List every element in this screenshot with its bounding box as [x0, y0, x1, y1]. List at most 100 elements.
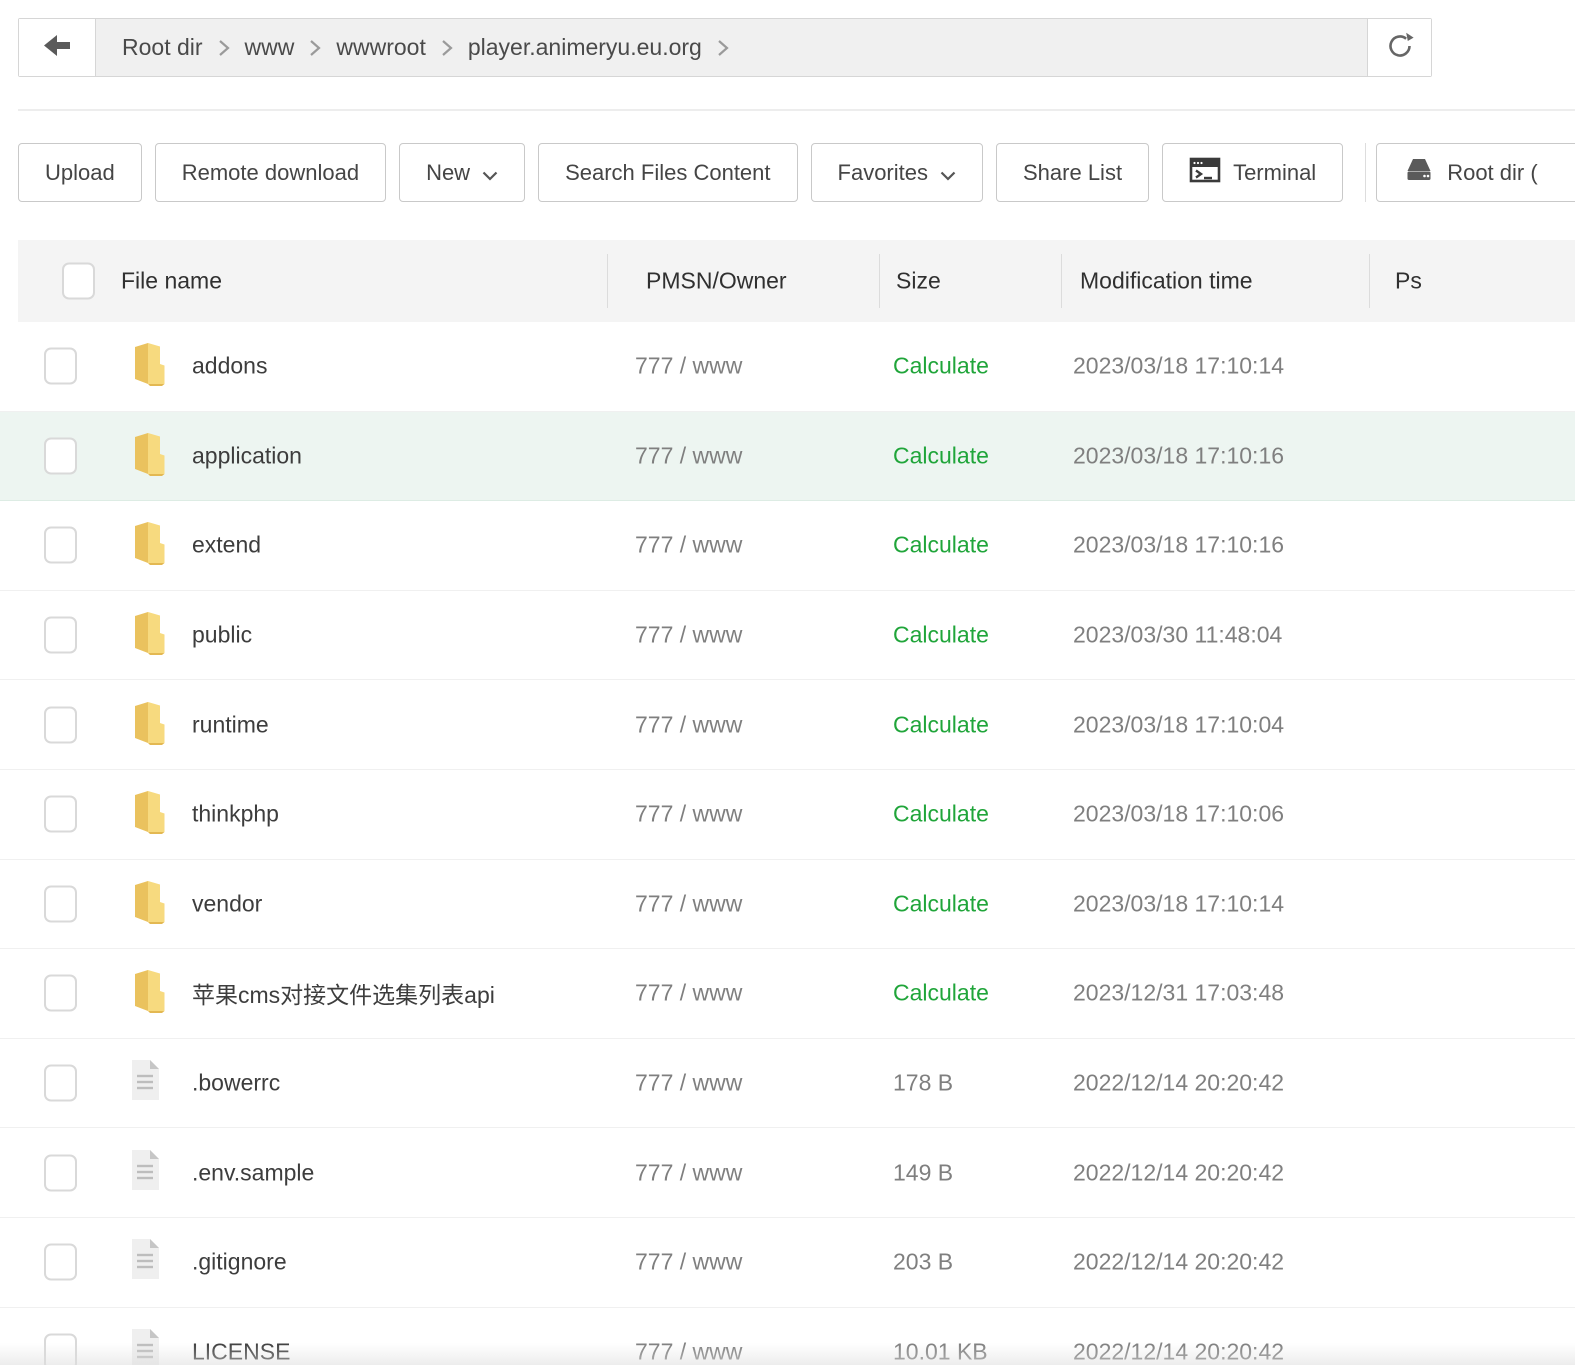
table-row[interactable]: 苹果cms对接文件选集列表api 777 / www Calculate 202…: [0, 949, 1575, 1039]
folder-icon: [125, 877, 169, 931]
file-name[interactable]: .bowerrc: [192, 1070, 280, 1097]
select-all-checkbox[interactable]: [62, 263, 95, 300]
disk-drive-icon: [1403, 156, 1435, 190]
calculate-size-link[interactable]: Calculate: [893, 980, 989, 1007]
row-checkbox[interactable]: [44, 885, 77, 922]
file-owner: 777 / www: [635, 442, 742, 469]
file-size: 149 B: [893, 1159, 953, 1186]
file-name[interactable]: addons: [192, 353, 267, 380]
folder-icon: [125, 339, 169, 393]
file-owner: 777 / www: [635, 1159, 742, 1186]
row-checkbox[interactable]: [44, 1244, 77, 1281]
file-icon: [125, 1147, 165, 1199]
upload-button[interactable]: Upload: [18, 143, 142, 202]
share-list-button[interactable]: Share List: [996, 143, 1149, 202]
chevron-down-icon: [482, 161, 498, 187]
calculate-size-link[interactable]: Calculate: [893, 532, 989, 559]
file-name[interactable]: public: [192, 622, 252, 649]
table-row[interactable]: .bowerrc 777 / www 178 B 2022/12/14 20:2…: [0, 1039, 1575, 1129]
calculate-size-link[interactable]: Calculate: [893, 890, 989, 917]
breadcrumb-item[interactable]: www: [245, 34, 295, 61]
calculate-size-link[interactable]: Calculate: [893, 801, 989, 828]
file-mtime: 2023/03/18 17:10:16: [1073, 442, 1284, 469]
row-checkbox[interactable]: [44, 706, 77, 743]
new-button-label: New: [426, 160, 470, 186]
terminal-icon: [1189, 156, 1221, 190]
back-arrow-icon: [41, 33, 73, 62]
chevron-right-icon: [218, 39, 230, 57]
table-row[interactable]: addons 777 / www Calculate 2023/03/18 17…: [0, 322, 1575, 412]
chevron-right-icon: [309, 39, 321, 57]
column-divider: [879, 254, 880, 308]
table-row[interactable]: extend 777 / www Calculate 2023/03/18 17…: [0, 501, 1575, 591]
table-row[interactable]: application 777 / www Calculate 2023/03/…: [0, 412, 1575, 502]
table-row[interactable]: public 777 / www Calculate 2023/03/30 11…: [0, 591, 1575, 681]
calculate-size-link[interactable]: Calculate: [893, 711, 989, 738]
file-mtime: 2023/03/18 17:10:04: [1073, 711, 1284, 738]
file-mtime: 2023/12/31 17:03:48: [1073, 980, 1284, 1007]
folder-icon: [125, 698, 169, 752]
toolbar-divider: [1365, 143, 1366, 202]
file-name[interactable]: thinkphp: [192, 801, 279, 828]
file-owner: 777 / www: [635, 532, 742, 559]
file-mtime: 2022/12/14 20:20:42: [1073, 1249, 1284, 1276]
back-button[interactable]: [19, 19, 96, 76]
upload-button-label: Upload: [45, 160, 115, 186]
breadcrumb-item[interactable]: wwwroot: [336, 34, 425, 61]
calculate-size-link[interactable]: Calculate: [893, 622, 989, 649]
column-header-file-name: File name: [121, 268, 222, 295]
path-bar: Root dir www wwwroot player.animeryu.eu.…: [18, 18, 1432, 77]
new-button[interactable]: New: [399, 143, 525, 202]
row-checkbox[interactable]: [44, 617, 77, 654]
search-files-content-button[interactable]: Search Files Content: [538, 143, 797, 202]
root-dir-button[interactable]: Root dir (: [1376, 143, 1575, 202]
terminal-button[interactable]: Terminal: [1162, 143, 1343, 202]
row-checkbox[interactable]: [44, 796, 77, 833]
remote-download-button-label: Remote download: [182, 160, 359, 186]
table-row[interactable]: thinkphp 777 / www Calculate 2023/03/18 …: [0, 770, 1575, 860]
file-owner: 777 / www: [635, 1338, 742, 1365]
table-row[interactable]: .env.sample 777 / www 149 B 2022/12/14 2…: [0, 1128, 1575, 1218]
file-name[interactable]: extend: [192, 532, 261, 559]
row-checkbox[interactable]: [44, 1333, 77, 1365]
favorites-button[interactable]: Favorites: [811, 143, 983, 202]
row-checkbox[interactable]: [44, 527, 77, 564]
row-checkbox[interactable]: [44, 1154, 77, 1191]
toolbar: Upload Remote download New Search Files …: [18, 143, 1575, 202]
file-name[interactable]: 苹果cms对接文件选集列表api: [192, 976, 495, 1010]
file-name[interactable]: vendor: [192, 890, 262, 917]
column-divider: [1061, 254, 1062, 308]
row-checkbox[interactable]: [44, 348, 77, 385]
refresh-button[interactable]: [1367, 19, 1431, 76]
calculate-size-link[interactable]: Calculate: [893, 442, 989, 469]
file-name[interactable]: .gitignore: [192, 1249, 287, 1276]
column-header-size: Size: [896, 268, 941, 295]
column-header-ps: Ps: [1395, 268, 1422, 295]
table-row[interactable]: .gitignore 777 / www 203 B 2022/12/14 20…: [0, 1218, 1575, 1308]
file-mtime: 2022/12/14 20:20:42: [1073, 1159, 1284, 1186]
calculate-size-link[interactable]: Calculate: [893, 353, 989, 380]
column-divider: [607, 254, 608, 308]
breadcrumb-item[interactable]: Root dir: [122, 34, 203, 61]
file-name[interactable]: .env.sample: [192, 1159, 314, 1186]
file-name[interactable]: application: [192, 442, 302, 469]
row-checkbox[interactable]: [44, 1065, 77, 1102]
table-row[interactable]: LICENSE 777 / www 10.01 KB 2022/12/14 20…: [0, 1308, 1575, 1365]
file-owner: 777 / www: [635, 1070, 742, 1097]
file-name[interactable]: runtime: [192, 711, 269, 738]
column-header-pmsn-owner: PMSN/Owner: [646, 268, 787, 295]
folder-icon: [125, 518, 169, 572]
table-row[interactable]: runtime 777 / www Calculate 2023/03/18 1…: [0, 680, 1575, 770]
file-owner: 777 / www: [635, 801, 742, 828]
file-mtime: 2023/03/18 17:10:14: [1073, 890, 1284, 917]
file-mtime: 2022/12/14 20:20:42: [1073, 1338, 1284, 1365]
folder-icon: [125, 787, 169, 841]
table-row[interactable]: vendor 777 / www Calculate 2023/03/18 17…: [0, 860, 1575, 950]
file-size: 203 B: [893, 1249, 953, 1276]
refresh-icon: [1385, 31, 1415, 64]
row-checkbox[interactable]: [44, 975, 77, 1012]
remote-download-button[interactable]: Remote download: [155, 143, 386, 202]
row-checkbox[interactable]: [44, 437, 77, 474]
file-name[interactable]: LICENSE: [192, 1338, 290, 1365]
breadcrumb-item[interactable]: player.animeryu.eu.org: [468, 34, 702, 61]
